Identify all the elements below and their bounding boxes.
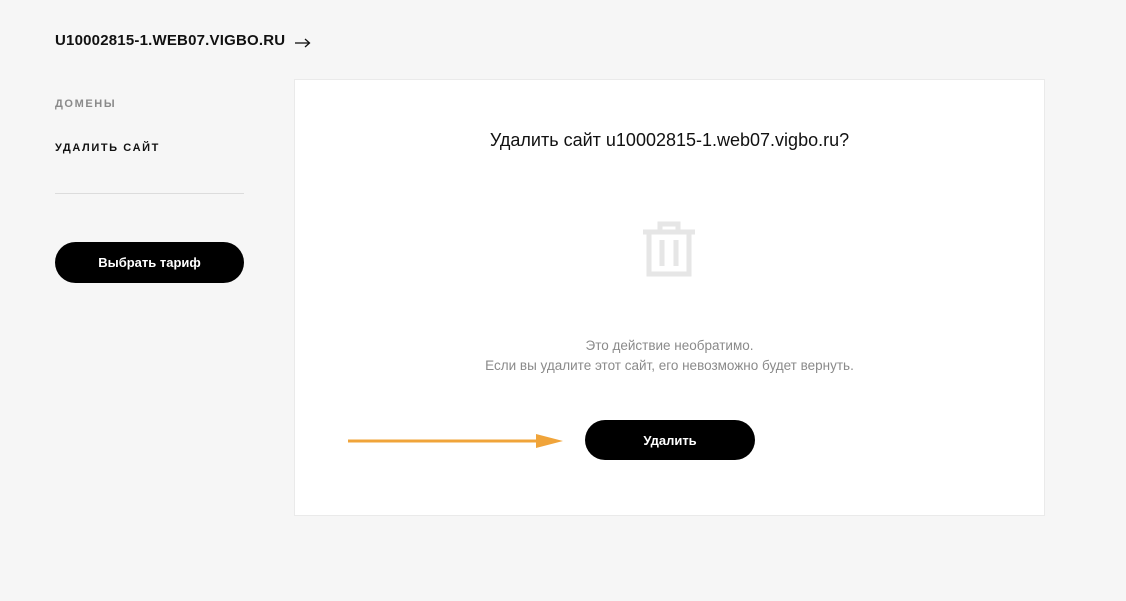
warning-line-2: Если вы удалите этот сайт, его невозможн…: [485, 358, 854, 373]
delete-button[interactable]: Удалить: [585, 420, 755, 460]
site-header: U10002815-1.WEB07.VIGBO.RU: [55, 30, 311, 50]
sidebar-item-domains[interactable]: ДОМЕНЫ: [55, 98, 244, 110]
panel-title: Удалить сайт u10002815-1.web07.vigbo.ru?: [489, 130, 850, 150]
arrow-right-icon[interactable]: [295, 35, 311, 48]
annotation-arrow-icon: [346, 431, 564, 451]
choose-tariff-button[interactable]: Выбрать тариф: [55, 242, 244, 283]
warning-text: Это действие необратимо. Если вы удалите…: [295, 336, 1044, 376]
sidebar-divider: [55, 193, 244, 194]
trash-icon: [641, 220, 697, 278]
warning-line-1: Это действие необратимо.: [585, 338, 754, 353]
site-name-link[interactable]: U10002815-1.WEB07.VIGBO.RU: [55, 32, 285, 49]
sidebar: ДОМЕНЫ УДАЛИТЬ САЙТ Выбрать тариф: [55, 95, 244, 283]
sidebar-item-delete-site[interactable]: УДАЛИТЬ САЙТ: [55, 142, 244, 154]
